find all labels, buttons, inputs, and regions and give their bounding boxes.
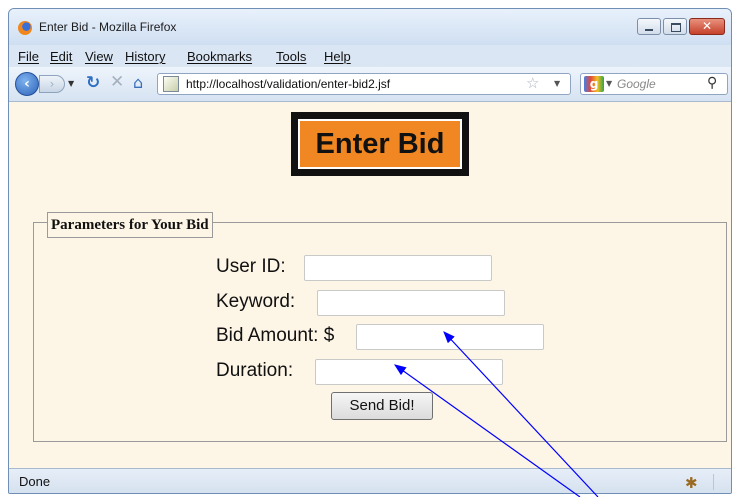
annotation-arrow-duration	[394, 364, 581, 497]
annotation-arrow-bid-amount	[443, 331, 599, 497]
annotation-arrows	[394, 331, 599, 497]
